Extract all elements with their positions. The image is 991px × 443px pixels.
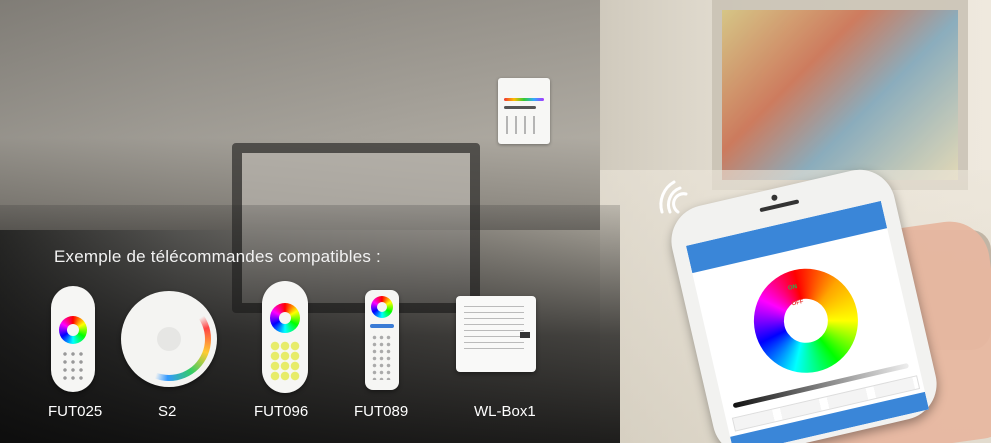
wall-painting	[712, 0, 968, 190]
product-label-fut025: FUT025	[48, 403, 103, 420]
remote-fut025-image	[51, 286, 95, 392]
hero-scene: Exemple de télécommandes compatibles : F…	[0, 0, 991, 443]
remote-fut089-image	[365, 290, 399, 390]
product-label-fut096: FUT096	[254, 403, 309, 420]
wl-box1-image	[456, 296, 536, 372]
wall-mounted-controller	[498, 78, 550, 144]
product-label-s2: S2	[158, 403, 177, 420]
app-screen: ON OFF	[685, 200, 929, 443]
remote-fut096-image	[262, 281, 308, 393]
compatible-remotes-caption: Exemple de télécommandes compatibles :	[54, 247, 381, 266]
product-label-wl-box1: WL-Box1	[474, 403, 536, 420]
product-label-fut089: FUT089	[354, 403, 409, 420]
remote-s2-image	[121, 291, 217, 387]
color-wheel	[743, 258, 869, 384]
